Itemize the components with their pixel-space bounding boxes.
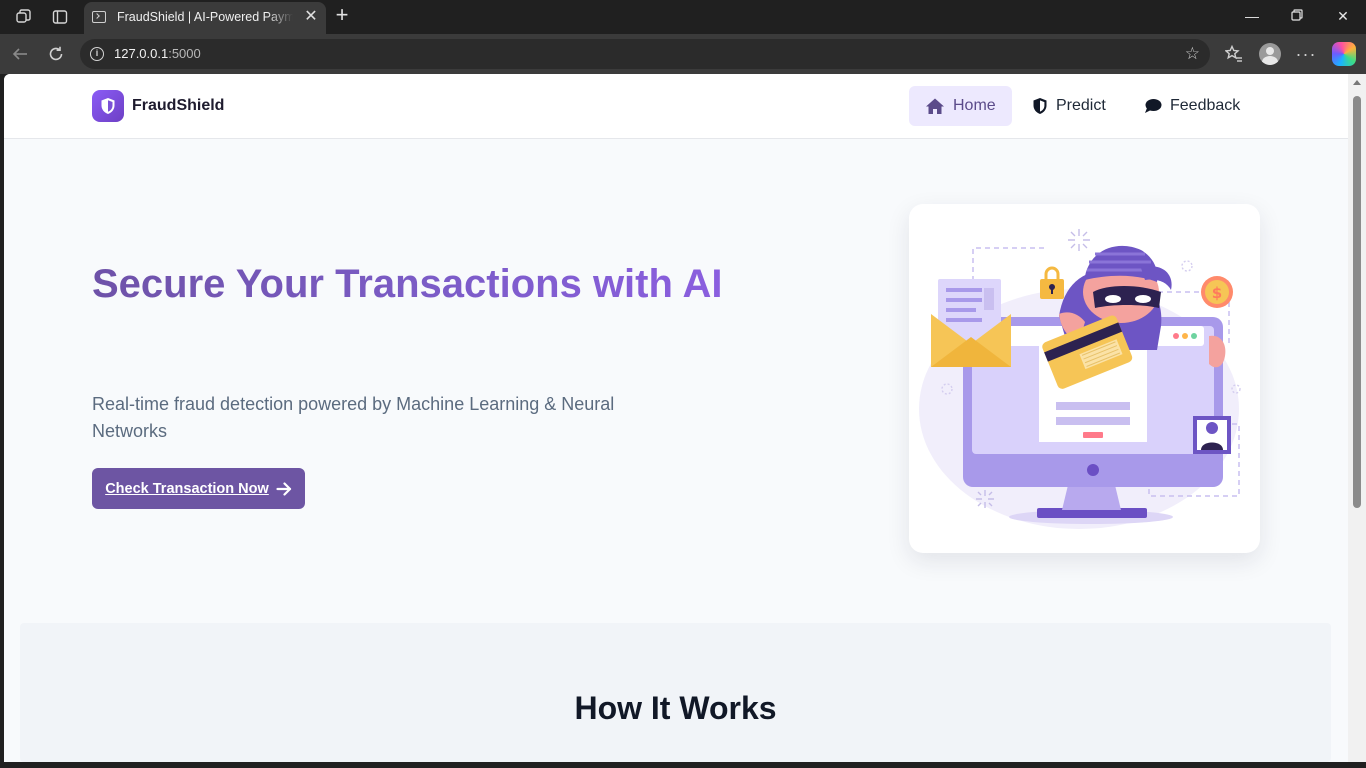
how-it-works-title: How It Works — [574, 690, 777, 726]
browser-tab[interactable]: FraudShield | AI-Powered Payment Fraud D… — [84, 2, 326, 34]
url-port: :5000 — [168, 46, 201, 61]
nav-predict[interactable]: Predict — [1016, 86, 1122, 126]
address-bar: i 127.0.0.1:5000 ☆ ··· — [0, 34, 1366, 74]
url-text: 127.0.0.1:5000 — [114, 46, 201, 61]
window-bottom-edge — [0, 762, 1366, 768]
restore-icon[interactable] — [1282, 4, 1312, 28]
nav-feedback[interactable]: Feedback — [1128, 86, 1256, 126]
tab-title: FraudShield | AI-Powered Payment Fraud D… — [117, 10, 293, 24]
nav-home-label: Home — [953, 97, 996, 114]
scroll-up-icon[interactable] — [1353, 80, 1361, 85]
svg-text:$: $ — [1212, 284, 1222, 302]
hero-title: Secure Your Transactions with AI — [92, 254, 732, 315]
workspaces-icon[interactable] — [13, 6, 35, 28]
nav-home[interactable]: Home — [909, 86, 1012, 126]
page-scrollbar[interactable] — [1348, 74, 1366, 762]
page-favicon-icon — [92, 11, 106, 23]
refresh-icon[interactable] — [44, 42, 68, 66]
brand[interactable]: FraudShield — [92, 90, 224, 122]
profile-icon[interactable] — [1259, 43, 1281, 65]
how-it-works-section: How It Works — [20, 623, 1331, 762]
url-host: 127.0.0.1 — [114, 46, 169, 61]
new-tab-icon[interactable]: + — [331, 4, 353, 28]
arrow-right-icon — [276, 481, 291, 496]
nav-feedback-label: Feedback — [1170, 97, 1241, 114]
browser-tab-bar: FraudShield | AI-Powered Payment Fraud D… — [0, 0, 1366, 34]
url-input[interactable]: i 127.0.0.1:5000 ☆ — [80, 39, 1210, 69]
more-icon[interactable]: ··· — [1294, 42, 1318, 66]
hero-subtitle: Real-time fraud detection powered by Mac… — [92, 394, 615, 441]
brand-name: FraudShield — [132, 97, 225, 114]
site-info-icon[interactable]: i — [90, 47, 104, 61]
home-icon — [926, 98, 944, 114]
close-window-icon[interactable]: ✕ — [1328, 4, 1358, 28]
page-viewport: FraudShield Home Predict Feedback Secure… — [4, 74, 1348, 762]
scroll-thumb[interactable] — [1353, 96, 1361, 508]
copilot-icon[interactable] — [1332, 42, 1356, 66]
favorite-star-icon[interactable]: ☆ — [1185, 44, 1200, 64]
site-navbar: FraudShield Home Predict Feedback — [4, 74, 1348, 139]
hero-illustration: $ — [909, 204, 1260, 553]
back-icon[interactable] — [8, 42, 32, 66]
shield-logo-icon — [92, 90, 124, 122]
tab-actions-icon[interactable] — [49, 6, 71, 28]
check-transaction-button[interactable]: Check Transaction Now — [92, 468, 305, 509]
cta-label: Check Transaction Now — [105, 480, 269, 497]
favorites-icon[interactable] — [1222, 42, 1246, 66]
nav-predict-label: Predict — [1056, 97, 1106, 114]
chat-bubble-icon — [1145, 99, 1162, 113]
hacker-stealing-credit-card-illustration: $ — [919, 229, 1241, 529]
close-tab-icon[interactable]: ✕ — [302, 8, 320, 26]
minimize-icon[interactable]: — — [1237, 4, 1267, 28]
shield-icon — [1033, 98, 1047, 114]
